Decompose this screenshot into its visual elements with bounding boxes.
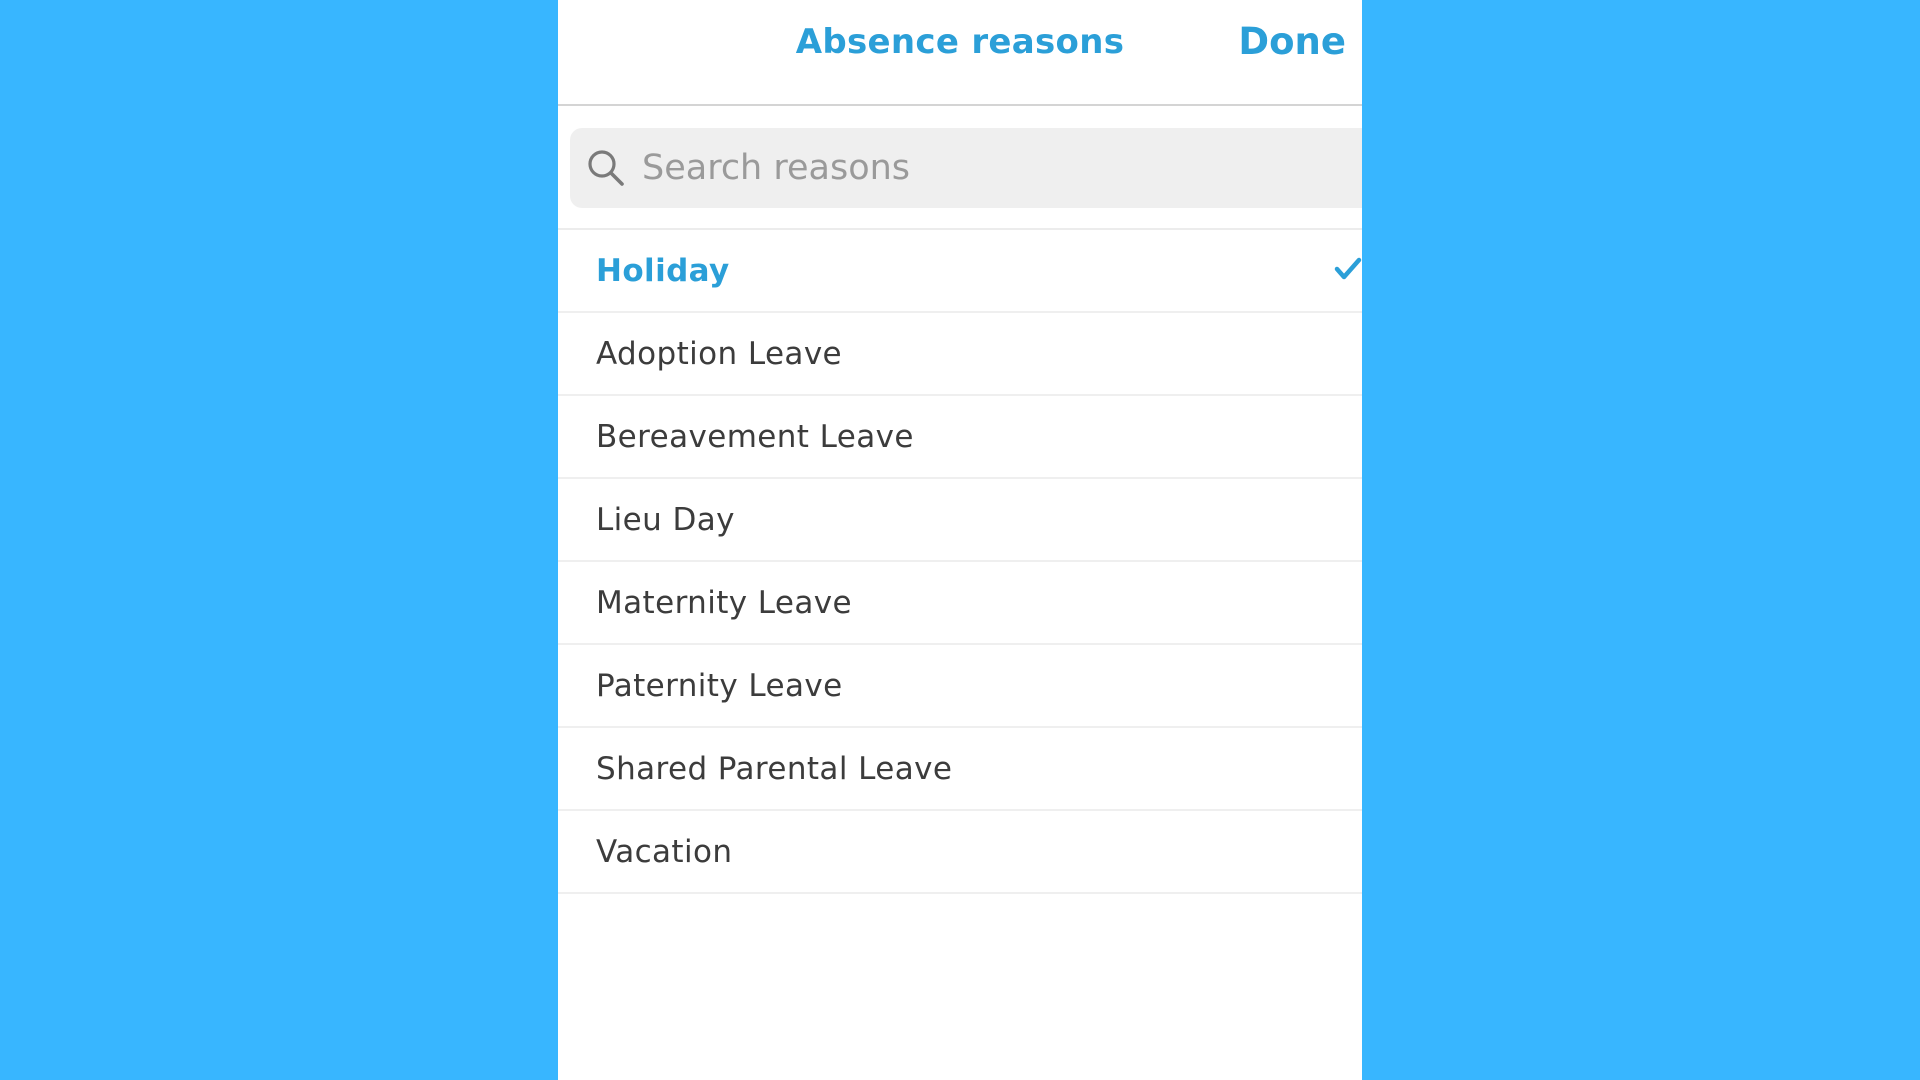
done-button[interactable]: Done xyxy=(1238,20,1346,63)
list-item-shared-parental-leave[interactable]: Shared Parental Leave xyxy=(558,728,1362,811)
search-icon xyxy=(588,150,624,186)
search-area xyxy=(558,106,1362,230)
list-item-label: Maternity Leave xyxy=(596,584,852,621)
list-item-label: Holiday xyxy=(596,252,730,289)
list-item-lieu-day[interactable]: Lieu Day xyxy=(558,479,1362,562)
list-item-maternity-leave[interactable]: Maternity Leave xyxy=(558,562,1362,645)
search-input[interactable] xyxy=(642,138,1362,198)
list-item-label: Lieu Day xyxy=(596,501,735,538)
list-item-holiday[interactable]: Holiday xyxy=(558,230,1362,313)
absence-reasons-screen: Absence reasons Done Holiday Adoption Le… xyxy=(558,0,1362,1080)
list-item-label: Vacation xyxy=(596,833,733,870)
list-item-label: Bereavement Leave xyxy=(596,418,914,455)
search-bar[interactable] xyxy=(570,128,1362,208)
list-item-vacation[interactable]: Vacation xyxy=(558,811,1362,894)
reasons-list: Holiday Adoption Leave Bereavement Leave… xyxy=(558,230,1362,894)
list-item-bereavement-leave[interactable]: Bereavement Leave xyxy=(558,396,1362,479)
list-item-adoption-leave[interactable]: Adoption Leave xyxy=(558,313,1362,396)
list-item-paternity-leave[interactable]: Paternity Leave xyxy=(558,645,1362,728)
list-item-label: Shared Parental Leave xyxy=(596,750,953,787)
list-item-label: Paternity Leave xyxy=(596,667,843,704)
header-bar: Absence reasons Done xyxy=(558,0,1362,106)
list-item-label: Adoption Leave xyxy=(596,335,843,372)
checkmark-icon xyxy=(1334,257,1362,280)
